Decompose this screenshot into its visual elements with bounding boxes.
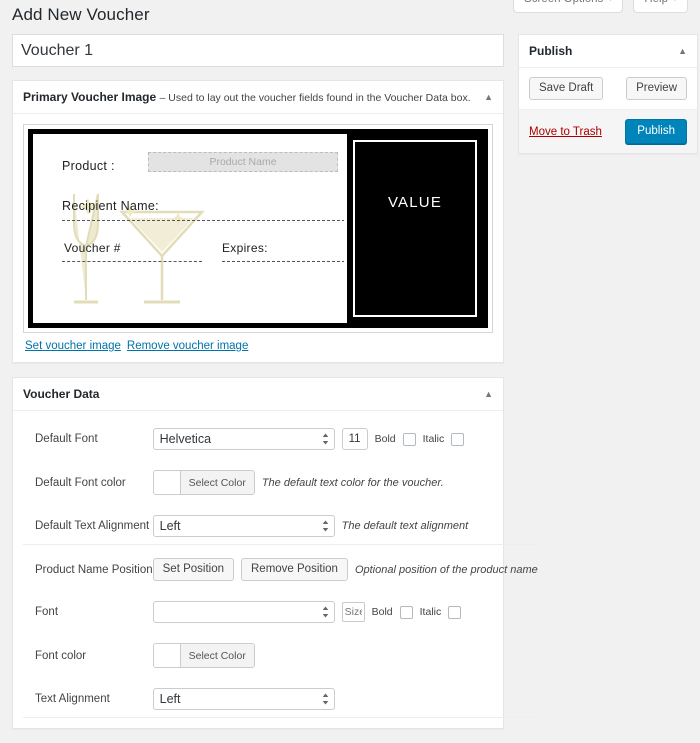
default-font-size-input[interactable] <box>341 428 368 450</box>
primary-voucher-image-box: Primary Voucher Image – Used to lay out … <box>12 80 504 363</box>
text-alignment-select-wrap: Left <box>152 688 335 710</box>
voucher-data-header[interactable]: Voucher Data ▲ <box>13 378 503 411</box>
set-voucher-image-link[interactable]: Set voucher image <box>25 340 121 352</box>
text-alignment-select[interactable]: Left <box>152 688 335 710</box>
voucher-preview-frame[interactable]: Product : Product Name Recipient Name: V… <box>23 124 493 333</box>
default-font-select[interactable]: Helvetica <box>152 428 335 450</box>
primary-image-description: – Used to lay out the voucher fields fou… <box>159 91 471 104</box>
publish-box-header[interactable]: Publish ▲ <box>519 35 697 68</box>
row-text-alignment: Text Alignment Left <box>23 675 538 718</box>
collapse-toggle-icon[interactable]: ▲ <box>670 46 687 56</box>
publish-box-title: Publish <box>529 44 573 58</box>
default-font-label: Default Font <box>35 433 98 445</box>
row-font: Font Size Bold Italic <box>23 588 538 630</box>
font-select[interactable] <box>152 601 335 623</box>
publish-actions: Save Draft Preview <box>519 68 697 109</box>
voucher-value-panel: VALUE <box>347 134 483 323</box>
publish-footer: Move to Trash Publish <box>519 109 697 153</box>
font-size-input[interactable] <box>341 602 365 622</box>
default-font-italic-checkbox[interactable] <box>451 432 465 446</box>
voucher-number-label: Voucher # <box>64 241 121 255</box>
publish-button[interactable]: Publish <box>625 119 687 144</box>
columns-layout: Primary Voucher Image – Used to lay out … <box>12 34 698 743</box>
default-font-color-button-label: Select Color <box>180 471 254 494</box>
form-divider-bottom <box>23 717 538 718</box>
admin-page-wrap: Add New Voucher Primary Voucher Image – … <box>0 0 700 743</box>
default-font-color-picker[interactable]: Select Color <box>152 470 255 495</box>
product-name-position-label: Product Name Position <box>35 563 153 576</box>
collapse-toggle-icon[interactable]: ▲ <box>476 389 493 399</box>
primary-voucher-image-body: Product : Product Name Recipient Name: V… <box>13 114 503 362</box>
voucher-recipient-label: Recipient Name: <box>62 199 159 213</box>
row-product-name-position: Product Name Position Set Position Remov… <box>23 545 538 588</box>
font-color-picker[interactable]: Select Color <box>152 643 255 668</box>
remove-position-button[interactable]: Remove Position <box>241 558 348 581</box>
font-label: Font <box>35 606 59 618</box>
side-column: Publish ▲ Save Draft Preview Move to Tra… <box>518 34 698 168</box>
product-name-placeholder-box[interactable]: Product Name <box>148 152 338 172</box>
post-title-input[interactable] <box>12 34 504 67</box>
primary-voucher-image-header[interactable]: Primary Voucher Image – Used to lay out … <box>13 81 503 114</box>
row-default-text-alignment: Default Text Alignment Left The default … <box>23 502 538 545</box>
default-font-color-swatch <box>153 471 181 494</box>
save-draft-button[interactable]: Save Draft <box>529 77 604 100</box>
voucher-value-inner: VALUE <box>353 140 477 317</box>
voucher-value-label: VALUE <box>387 194 443 211</box>
expires-rule <box>222 261 344 262</box>
primary-voucher-image-title: Primary Voucher Image – Used to lay out … <box>23 89 471 106</box>
collapse-toggle-icon[interactable]: ▲ <box>476 92 493 102</box>
voucher-canvas: Product : Product Name Recipient Name: V… <box>28 129 488 328</box>
font-color-button-label: Select Color <box>180 644 254 667</box>
voucher-image-links: Set voucher image Remove voucher image <box>23 333 493 352</box>
preview-button[interactable]: Preview <box>626 77 687 100</box>
font-italic-label: Italic <box>419 606 442 618</box>
primary-image-title-text: Primary Voucher Image <box>23 89 157 104</box>
default-font-color-label: Default Font color <box>35 476 126 489</box>
page-title: Add New Voucher <box>12 5 150 24</box>
voucher-number-rule <box>62 261 202 262</box>
font-bold-checkbox[interactable] <box>399 605 413 619</box>
product-name-position-description: Optional position of the product name <box>354 563 538 576</box>
default-text-alignment-select[interactable]: Left <box>152 515 335 537</box>
row-font-color: Font color Select Color <box>23 630 538 675</box>
row-default-font-color: Default Font color Select Color The defa… <box>23 457 538 502</box>
move-to-trash-link[interactable]: Move to Trash <box>529 126 602 138</box>
remove-voucher-image-link[interactable]: Remove voucher image <box>127 340 248 352</box>
row-default-font: Default Font Helvetica 11 Bold Italic <box>23 421 538 457</box>
default-font-bold-label: Bold <box>374 433 396 445</box>
voucher-data-body: Default Font Helvetica 11 Bold Italic De… <box>13 411 538 728</box>
font-select-wrap <box>152 601 335 623</box>
voucher-data-title: Voucher Data <box>23 387 100 401</box>
default-text-alignment-select-wrap: Left <box>152 515 335 537</box>
voucher-expires-label: Expires: <box>222 241 268 255</box>
font-color-swatch <box>153 644 181 667</box>
main-column: Primary Voucher Image – Used to lay out … <box>12 34 538 743</box>
default-text-alignment-label: Default Text Alignment <box>35 520 150 532</box>
default-font-italic-label: Italic <box>422 433 445 445</box>
font-bold-label: Bold <box>371 606 393 618</box>
default-font-select-wrap: Helvetica <box>152 428 335 450</box>
voucher-left-panel: Product : Product Name Recipient Name: V… <box>33 134 347 323</box>
default-font-bold-checkbox[interactable] <box>402 432 416 446</box>
voucher-data-form: Default Font Helvetica 11 Bold Italic De… <box>23 421 538 718</box>
set-position-button[interactable]: Set Position <box>152 558 234 581</box>
default-font-color-description: The default text color for the voucher. <box>261 476 444 489</box>
voucher-data-box: Voucher Data ▲ Default Font Helvetica 11… <box>12 377 538 729</box>
recipient-rule <box>62 220 344 221</box>
publish-box: Publish ▲ Save Draft Preview Move to Tra… <box>518 34 698 154</box>
text-alignment-label: Text Alignment <box>35 693 110 705</box>
default-text-alignment-description: The default text alignment <box>341 520 469 532</box>
voucher-product-label: Product : <box>62 159 115 173</box>
font-color-label: Font color <box>35 649 87 662</box>
font-italic-checkbox[interactable] <box>448 605 462 619</box>
